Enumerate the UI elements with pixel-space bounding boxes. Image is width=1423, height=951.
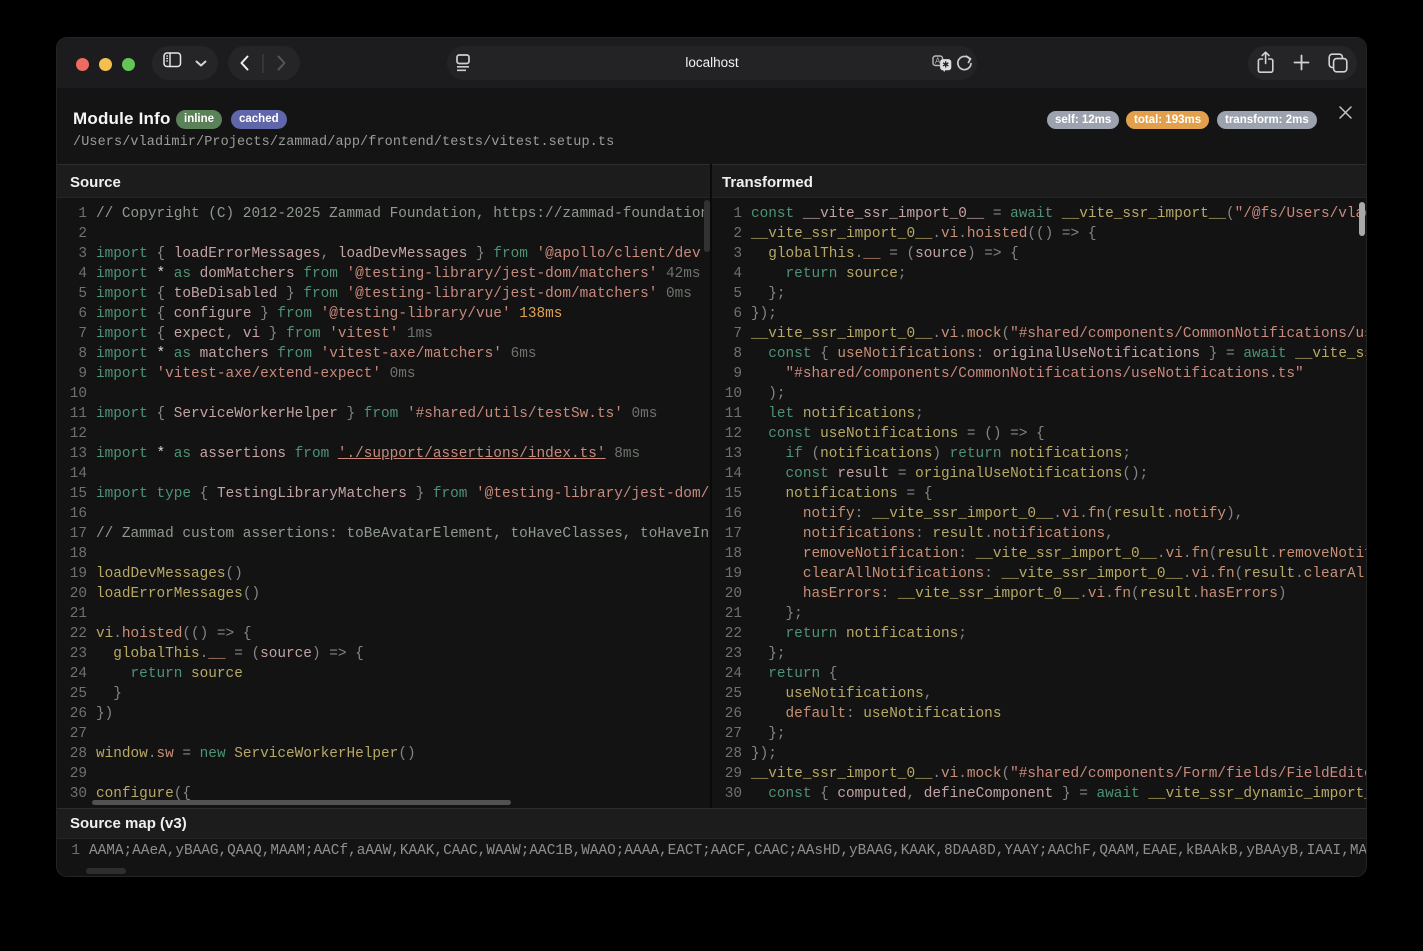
svg-text:✱: ✱: [942, 60, 949, 70]
